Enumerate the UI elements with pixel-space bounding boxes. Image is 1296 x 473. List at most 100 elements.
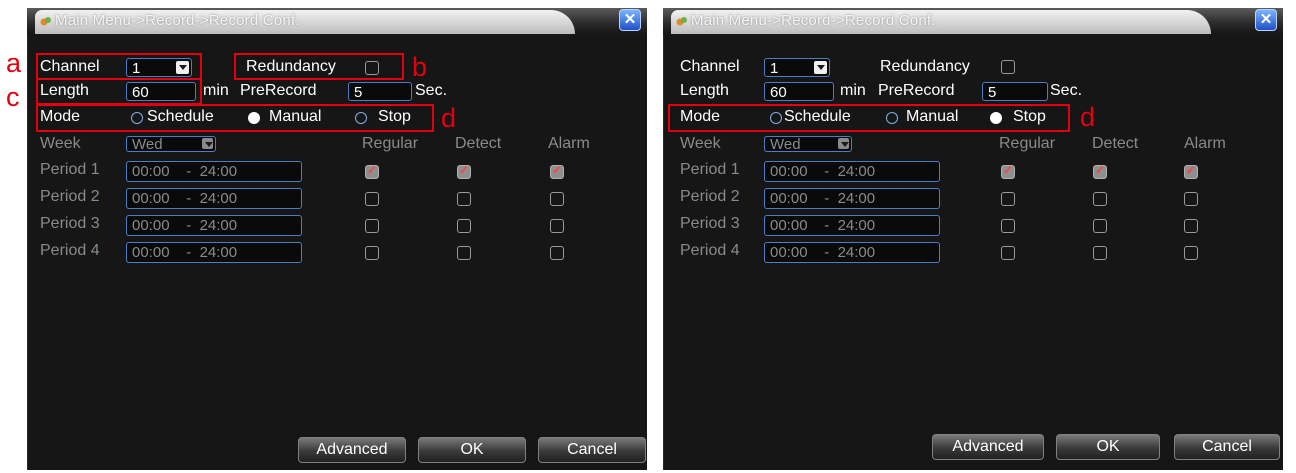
ok-button[interactable]: OK <box>1056 434 1160 460</box>
period-3-time: 00:00 - 24:00 <box>764 215 940 236</box>
period-4-start: 00:00 <box>132 244 170 261</box>
period-3-end: 24:00 <box>837 217 876 234</box>
period-3-detect-checkbox[interactable] <box>1093 219 1107 233</box>
period-2-regular-checkbox[interactable] <box>365 192 379 206</box>
channel-select[interactable]: 1 <box>764 58 830 77</box>
period-1-regular-checkbox[interactable] <box>1001 163 1015 179</box>
advanced-button[interactable]: Advanced <box>298 437 406 463</box>
period-3-sep: - <box>824 217 830 234</box>
record-conf-dialog-stop: Main Menu->Record->Record Conf. ✕ Channe… <box>663 8 1283 470</box>
period-1-label: Period 1 <box>680 161 740 178</box>
period-1-alarm-checkbox[interactable] <box>550 163 564 179</box>
week-value: Wed <box>770 136 801 153</box>
length-unit: min <box>203 82 229 99</box>
annotation-d-right: d <box>1080 102 1096 132</box>
period-1-regular-checkbox[interactable] <box>365 163 379 179</box>
period-1-start: 00:00 <box>132 163 170 180</box>
period-3-end: 24:00 <box>199 217 238 234</box>
column-detect: Detect <box>1092 135 1139 152</box>
period-2-sep: - <box>186 190 192 207</box>
period-4-regular-checkbox[interactable] <box>365 246 379 260</box>
period-4-regular-checkbox[interactable] <box>1001 246 1015 260</box>
column-regular: Regular <box>999 135 1056 152</box>
period-4-time: 00:00 - 24:00 <box>764 242 940 263</box>
period-3-alarm-checkbox[interactable] <box>1184 219 1198 233</box>
highlight-box-d-left <box>36 104 434 132</box>
advanced-button[interactable]: Advanced <box>932 434 1044 460</box>
highlight-box-b <box>234 53 404 80</box>
period-3-detect-checkbox[interactable] <box>457 219 471 233</box>
prerecord-label: PreRecord <box>878 82 955 99</box>
period-2-alarm-checkbox[interactable] <box>1184 192 1198 206</box>
prerecord-input[interactable]: 5 <box>348 82 412 101</box>
period-4-label: Period 4 <box>680 242 740 259</box>
chevron-down-icon <box>838 138 849 149</box>
period-1-label: Period 1 <box>40 161 100 178</box>
period-3-regular-checkbox[interactable] <box>1001 219 1015 233</box>
length-input[interactable]: 60 <box>764 82 834 101</box>
period-2-alarm-checkbox[interactable] <box>550 192 564 206</box>
cancel-button[interactable]: Cancel <box>1174 434 1280 460</box>
period-4-detect-checkbox[interactable] <box>457 246 471 260</box>
period-2-end: 24:00 <box>837 190 876 207</box>
prerecord-value: 5 <box>354 84 363 101</box>
length-value: 60 <box>770 84 787 101</box>
length-unit: min <box>840 82 866 99</box>
period-1-alarm-checkbox[interactable] <box>1184 163 1198 179</box>
dialog-title: Main Menu->Record->Record Conf. <box>39 12 300 29</box>
close-icon[interactable]: ✕ <box>619 9 641 31</box>
prerecord-unit: Sec. <box>415 82 448 99</box>
period-3-regular-checkbox[interactable] <box>365 219 379 233</box>
annotation-c: c <box>6 82 20 112</box>
annotation-b: b <box>412 52 428 82</box>
week-label: Week <box>40 135 81 152</box>
period-3-time: 00:00 - 24:00 <box>126 215 302 236</box>
prerecord-unit: Sec. <box>1050 82 1083 99</box>
period-4-alarm-checkbox[interactable] <box>550 246 564 260</box>
close-icon[interactable]: ✕ <box>1255 9 1277 31</box>
week-select: Wed <box>126 136 216 152</box>
dialog-content: Channel 1 Redundancy Length 60 min PreRe… <box>663 34 1283 470</box>
dialog-title-text: Main Menu->Record->Record Conf. <box>55 12 300 29</box>
prerecord-value: 5 <box>988 84 997 101</box>
prerecord-input[interactable]: 5 <box>982 82 1048 101</box>
title-bar: Main Menu->Record->Record Conf. ✕ <box>27 8 647 34</box>
period-2-label: Period 2 <box>40 188 100 205</box>
period-3-alarm-checkbox[interactable] <box>550 219 564 233</box>
column-alarm: Alarm <box>1184 135 1226 152</box>
period-2-detect-checkbox[interactable] <box>457 192 471 206</box>
cancel-button[interactable]: Cancel <box>538 437 646 463</box>
period-1-time: 00:00 - 24:00 <box>126 161 302 182</box>
highlight-box-d-right <box>668 104 1070 132</box>
period-4-time: 00:00 - 24:00 <box>126 242 302 263</box>
week-select: Wed <box>764 136 852 152</box>
column-regular: Regular <box>362 135 419 152</box>
redundancy-checkbox[interactable] <box>1001 60 1015 74</box>
period-2-detect-checkbox[interactable] <box>1093 192 1107 206</box>
length-label: Length <box>680 82 729 99</box>
period-2-time: 00:00 - 24:00 <box>126 188 302 209</box>
highlight-box-c <box>36 78 202 105</box>
highlight-box-a <box>36 53 202 80</box>
period-1-time: 00:00 - 24:00 <box>764 161 940 182</box>
menu-icon <box>40 17 51 26</box>
week-value: Wed <box>132 136 163 153</box>
dialog-title: Main Menu->Record->Record Conf. <box>675 12 936 29</box>
period-1-detect-checkbox[interactable] <box>457 163 471 179</box>
annotation-d-left: d <box>441 103 457 133</box>
column-alarm: Alarm <box>548 135 590 152</box>
period-4-detect-checkbox[interactable] <box>1093 246 1107 260</box>
period-2-label: Period 2 <box>680 188 740 205</box>
period-1-end: 24:00 <box>199 163 238 180</box>
period-2-start: 00:00 <box>770 190 808 207</box>
ok-button[interactable]: OK <box>418 437 526 463</box>
annotation-a: a <box>6 48 22 78</box>
period-1-detect-checkbox[interactable] <box>1093 163 1107 179</box>
period-3-label: Period 3 <box>40 215 100 232</box>
channel-value: 1 <box>770 60 779 77</box>
title-bar: Main Menu->Record->Record Conf. ✕ <box>663 8 1283 34</box>
chevron-down-icon <box>202 138 213 149</box>
period-3-sep: - <box>186 217 192 234</box>
period-4-alarm-checkbox[interactable] <box>1184 246 1198 260</box>
period-2-regular-checkbox[interactable] <box>1001 192 1015 206</box>
